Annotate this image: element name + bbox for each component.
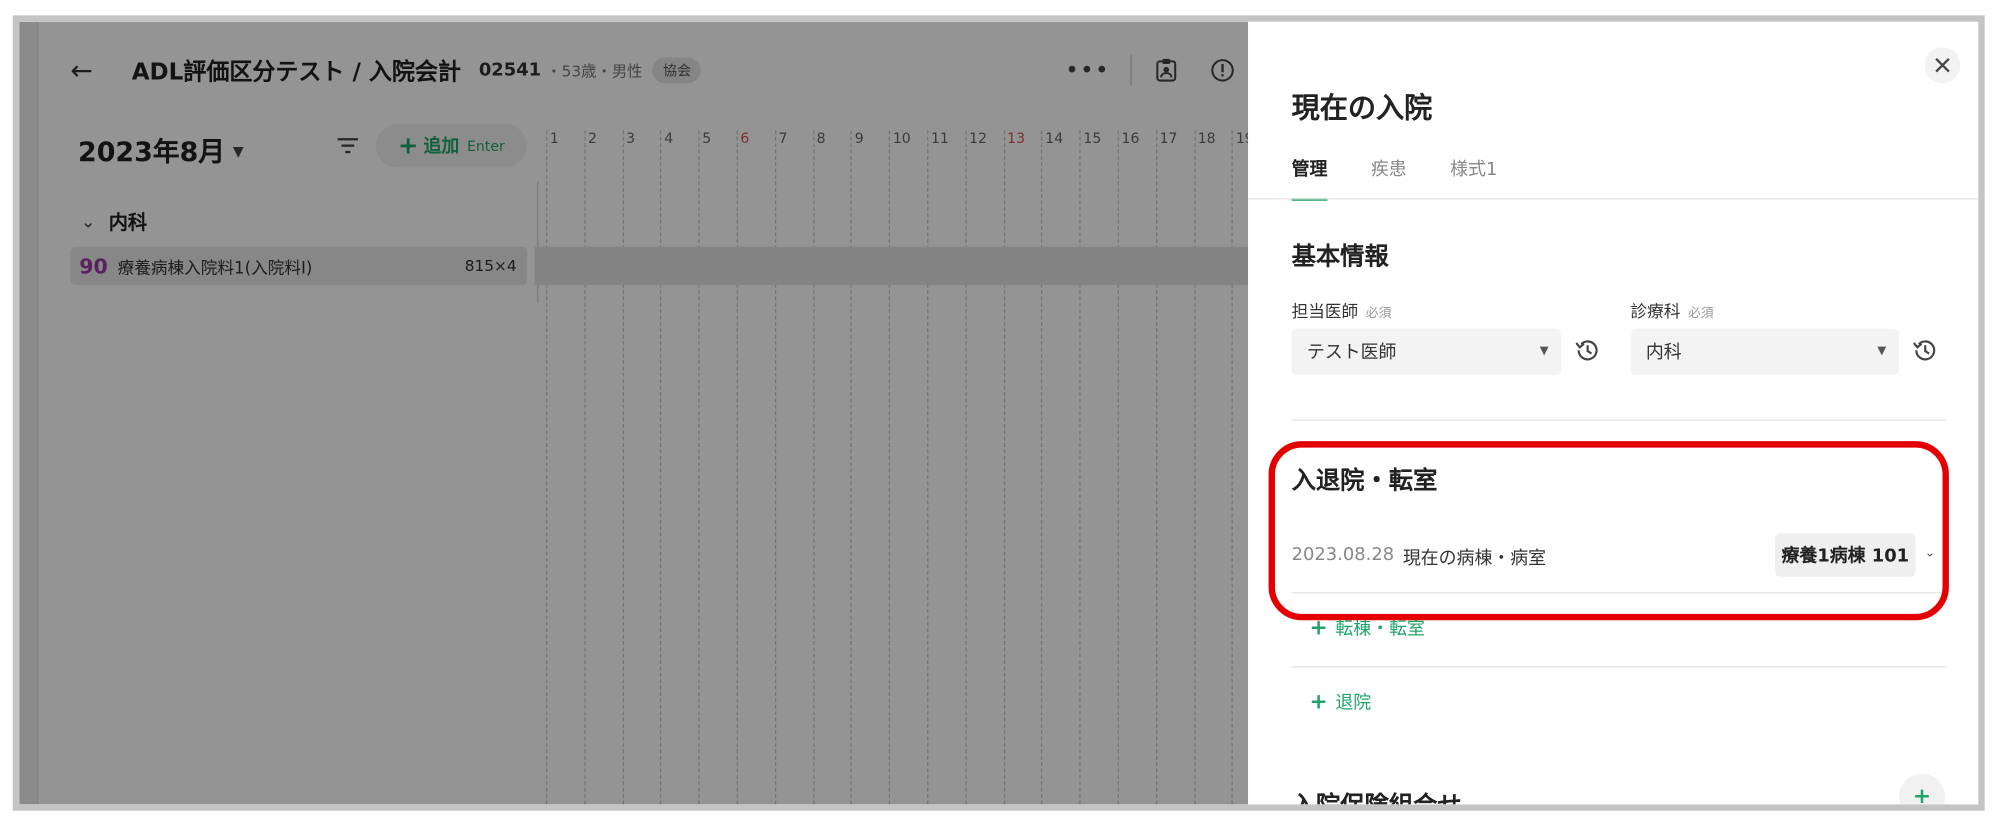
tab-divider <box>1248 198 1979 200</box>
caret-down-icon: ▼ <box>1539 345 1549 359</box>
highlight-annotation <box>1268 441 1949 621</box>
tab-diseases[interactable]: 疾患 <box>1371 156 1407 201</box>
tab-management[interactable]: 管理 <box>1291 156 1328 201</box>
modal-backdrop[interactable] <box>19 21 1249 805</box>
app-window: ← ADL評価区分テスト / 入院会計 02541 ・53歳・男性 協会 •••… <box>12 15 1985 811</box>
insurance-title: 入院保険組合せ <box>1292 786 1462 805</box>
panel-tabs: 管理 疾患 様式1 <box>1291 156 1541 201</box>
department-field-label: 診療科 必須 <box>1630 298 1713 322</box>
panel-title: 現在の入院 <box>1291 93 1433 126</box>
department-label-text: 診療科 <box>1630 303 1681 323</box>
admission-side-panel: 現在の入院 管理 疾患 様式1 基本情報 担当医師 必須 テスト医師 ▼ 診療科必… <box>1248 21 1979 805</box>
discharge-label: 退院 <box>1335 693 1372 714</box>
tab-form1[interactable]: 様式1 <box>1450 156 1497 201</box>
required-mark: 必須 <box>1688 306 1714 321</box>
doctor-label: 担当医師 必須 <box>1292 298 1392 322</box>
calendar-view: ← ADL評価区分テスト / 入院会計 02541 ・53歳・男性 協会 •••… <box>19 21 1254 805</box>
doctor-select[interactable]: テスト医師 ▼ <box>1291 328 1562 375</box>
doctor-value: テスト医師 <box>1306 342 1397 364</box>
basic-info-title: 基本情報 <box>1291 242 1389 272</box>
required-mark: 必須 <box>1365 306 1392 321</box>
plus-icon: + <box>1309 689 1328 715</box>
history-icon[interactable] <box>1911 336 1939 364</box>
row-divider <box>1291 666 1947 668</box>
close-icon[interactable] <box>1924 47 1961 84</box>
section-divider <box>1291 419 1947 421</box>
plus-icon: + <box>1912 783 1932 805</box>
department-value: 内科 <box>1645 342 1682 364</box>
discharge-link[interactable]: + 退院 <box>1309 689 1371 715</box>
department-select[interactable]: 内科 ▼ <box>1630 328 1900 375</box>
doctor-label-text: 担当医師 <box>1291 303 1359 323</box>
add-insurance-button[interactable]: + <box>1899 773 1946 805</box>
caret-down-icon: ▼ <box>1877 345 1887 359</box>
history-icon[interactable] <box>1573 336 1601 364</box>
